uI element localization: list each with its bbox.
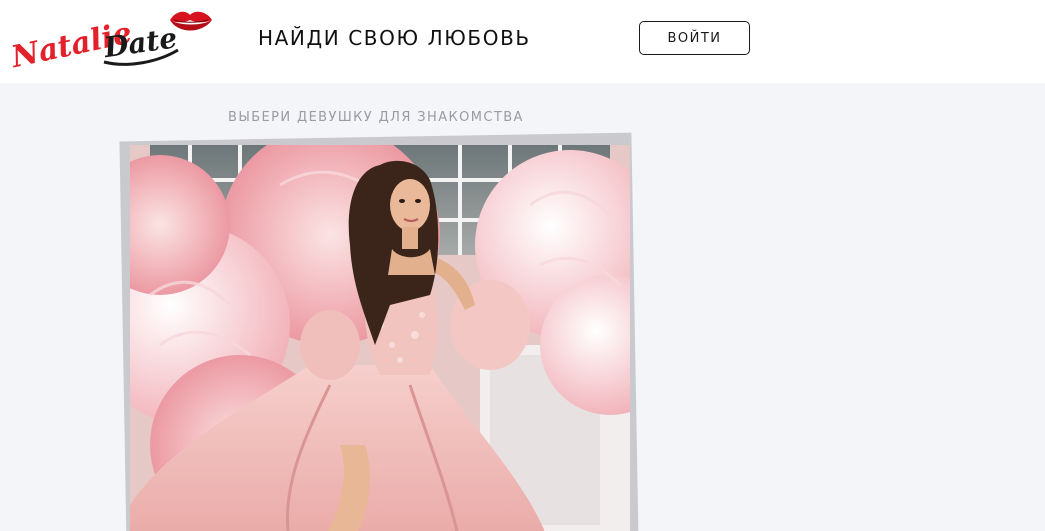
login-button[interactable]: ВОЙТИ: [639, 21, 750, 55]
site-header: Natalie Date НАЙДИ СВОЮ ЛЮБОВЬ ВОЙТИ: [0, 0, 1045, 83]
section-title: ВЫБЕРИ ДЕВУШКУ ДЛЯ ЗНАКОМСТВА: [228, 110, 524, 125]
site-logo[interactable]: Natalie Date: [7, 4, 213, 75]
site-tagline: НАЙДИ СВОЮ ЛЮБОВЬ: [258, 26, 531, 50]
profile-photo-image-icon: [130, 145, 630, 531]
natalie-date-logo-icon: Natalie Date: [7, 11, 212, 75]
profile-photo[interactable]: [130, 145, 630, 531]
